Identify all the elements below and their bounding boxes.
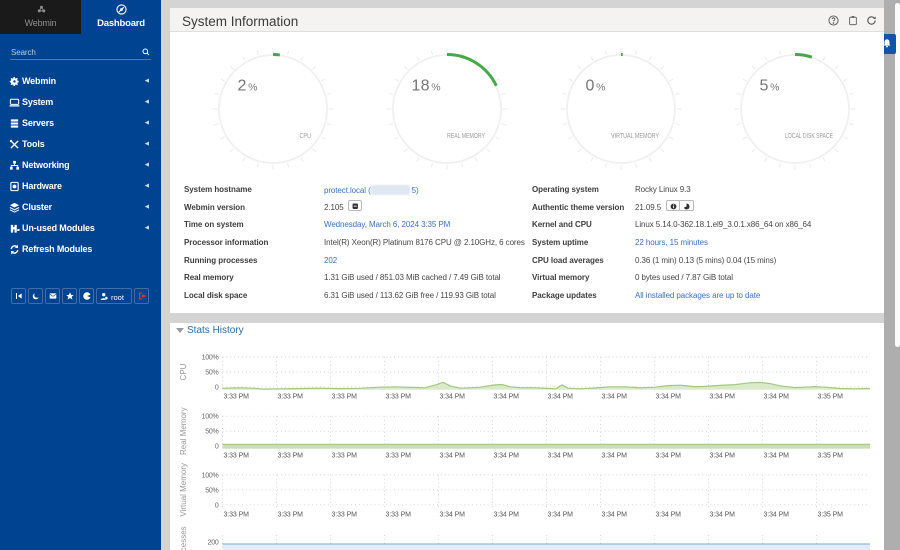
- svg-text:3:33 PM: 3:33 PM: [224, 394, 250, 401]
- svg-text:3:34 PM: 3:34 PM: [764, 394, 790, 401]
- svg-text:3:34 PM: 3:34 PM: [548, 394, 574, 401]
- svg-text:3:34 PM: 3:34 PM: [494, 394, 520, 401]
- svg-text:3:34 PM: 3:34 PM: [710, 511, 736, 518]
- svg-text:3:34 PM: 3:34 PM: [602, 453, 628, 460]
- svg-text:3:34 PM: 3:34 PM: [656, 394, 682, 401]
- svg-text:REAL MEMORY: REAL MEMORY: [447, 133, 485, 140]
- svg-text:3:34 PM: 3:34 PM: [440, 453, 466, 460]
- svg-text:3:33 PM: 3:33 PM: [278, 511, 304, 518]
- svg-text:CPU: CPU: [300, 133, 312, 140]
- svg-text:3:33 PM: 3:33 PM: [224, 453, 250, 460]
- svg-text:VIRTUAL MEMORY: VIRTUAL MEMORY: [611, 133, 659, 140]
- svg-text:50%: 50%: [205, 370, 218, 377]
- svg-text:3:33 PM: 3:33 PM: [278, 394, 304, 401]
- svg-text:3:34 PM: 3:34 PM: [440, 394, 466, 401]
- svg-text:3:33 PM: 3:33 PM: [332, 511, 358, 518]
- svg-text:50%: 50%: [205, 487, 218, 494]
- svg-text:0%: 0%: [586, 78, 606, 95]
- svg-text:18%: 18%: [412, 78, 441, 95]
- svg-text:3:34 PM: 3:34 PM: [548, 453, 574, 460]
- svg-text:3:34 PM: 3:34 PM: [656, 453, 682, 460]
- svg-text:3:34 PM: 3:34 PM: [710, 453, 736, 460]
- svg-text:3:33 PM: 3:33 PM: [332, 453, 358, 460]
- svg-text:3:34 PM: 3:34 PM: [764, 453, 790, 460]
- svg-text:3:34 PM: 3:34 PM: [548, 511, 574, 518]
- svg-text:Processes: Processes: [179, 526, 188, 550]
- svg-text:3:33 PM: 3:33 PM: [386, 453, 412, 460]
- svg-text:CPU: CPU: [179, 363, 188, 380]
- svg-text:3:34 PM: 3:34 PM: [494, 453, 520, 460]
- svg-text:3:34 PM: 3:34 PM: [602, 511, 628, 518]
- svg-text:3:33 PM: 3:33 PM: [278, 453, 304, 460]
- svg-text:Virtual Memory: Virtual Memory: [179, 463, 188, 517]
- svg-text:3:35 PM: 3:35 PM: [818, 453, 844, 460]
- svg-text:3:34 PM: 3:34 PM: [656, 511, 682, 518]
- svg-text:3:34 PM: 3:34 PM: [764, 511, 790, 518]
- svg-text:3:33 PM: 3:33 PM: [224, 511, 250, 518]
- svg-text:3:34 PM: 3:34 PM: [440, 511, 466, 518]
- svg-text:3:35 PM: 3:35 PM: [818, 394, 844, 401]
- svg-text:3:34 PM: 3:34 PM: [602, 394, 628, 401]
- svg-text:200: 200: [208, 540, 219, 547]
- svg-text:LOCAL DISK SPACE: LOCAL DISK SPACE: [785, 133, 833, 140]
- svg-text:3:35 PM: 3:35 PM: [818, 511, 844, 518]
- svg-text:2%: 2%: [238, 78, 258, 95]
- svg-text:0: 0: [215, 444, 219, 451]
- svg-text:100%: 100%: [202, 355, 219, 362]
- svg-text:3:33 PM: 3:33 PM: [332, 394, 358, 401]
- svg-text:3:34 PM: 3:34 PM: [710, 394, 736, 401]
- svg-text:Real Memory: Real Memory: [179, 407, 188, 455]
- svg-text:3:33 PM: 3:33 PM: [386, 511, 412, 518]
- svg-text:3:33 PM: 3:33 PM: [386, 394, 412, 401]
- svg-text:100%: 100%: [202, 472, 219, 479]
- svg-text:5%: 5%: [760, 78, 780, 95]
- svg-text:3:34 PM: 3:34 PM: [494, 511, 520, 518]
- svg-text:0: 0: [215, 385, 219, 392]
- svg-text:100%: 100%: [202, 414, 219, 421]
- svg-text:50%: 50%: [205, 429, 218, 436]
- svg-text:0: 0: [215, 502, 219, 509]
